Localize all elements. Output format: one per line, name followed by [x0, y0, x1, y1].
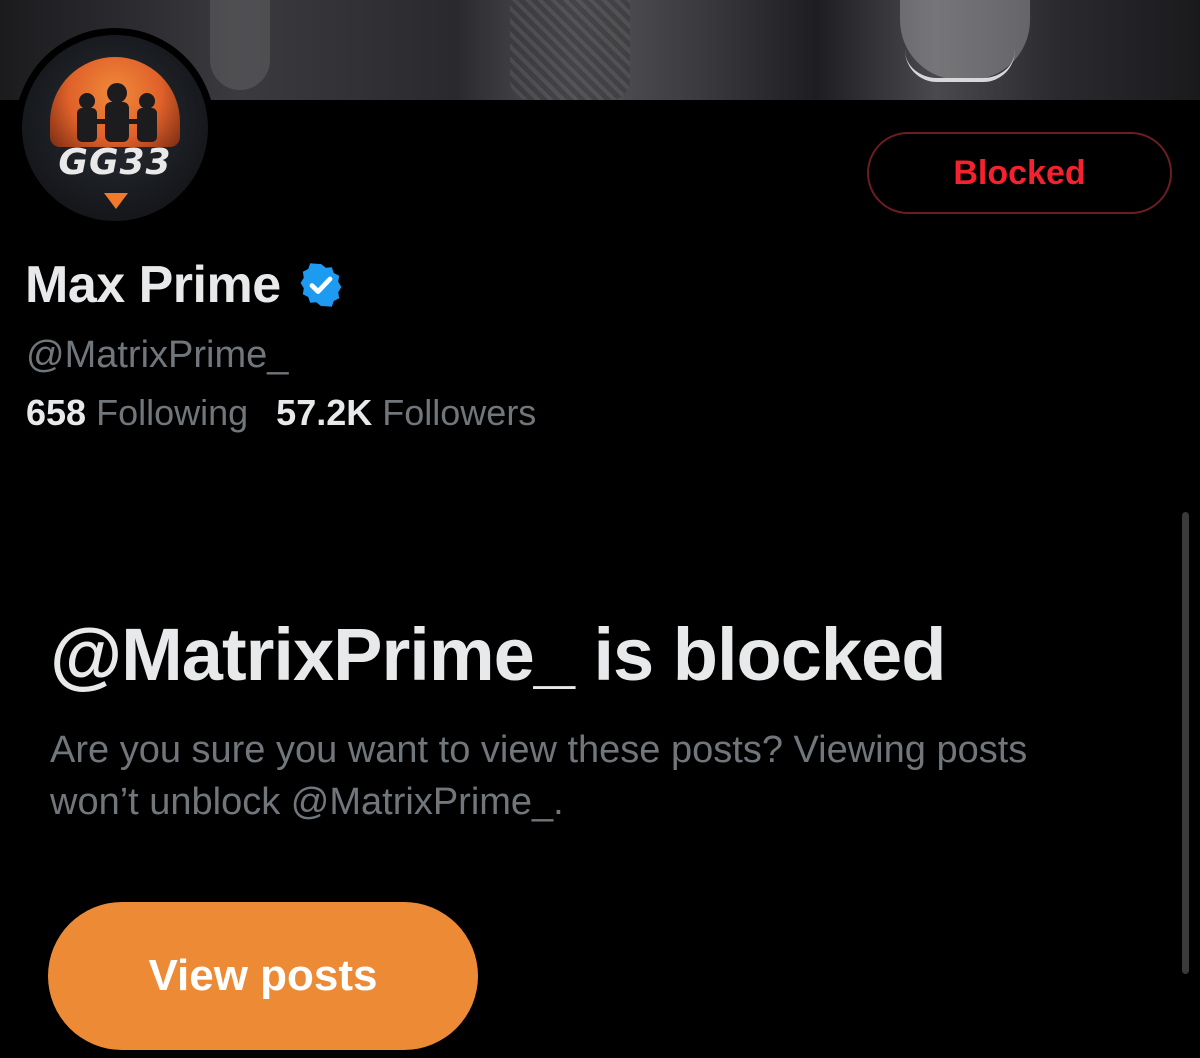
- following-label: Following: [96, 392, 249, 433]
- following-link[interactable]: 658 Following: [26, 392, 248, 434]
- blocked-button[interactable]: Blocked: [867, 132, 1172, 214]
- blocked-title: @MatrixPrime_ is blocked: [50, 613, 946, 696]
- following-count: 658: [26, 392, 87, 433]
- avatar-logo-text: GG33: [58, 142, 172, 183]
- view-posts-button[interactable]: View posts: [48, 902, 478, 1050]
- followers-label: Followers: [382, 392, 537, 433]
- profile-handle: @MatrixPrime_: [26, 334, 289, 376]
- avatar-logo-icon: GG33: [22, 35, 208, 221]
- blocked-description: Are you sure you want to view these post…: [50, 729, 1028, 823]
- verified-badge-icon[interactable]: [297, 261, 345, 309]
- banner-decoration: [210, 0, 270, 90]
- followers-link[interactable]: 57.2K Followers: [276, 392, 536, 434]
- blocked-button-label: Blocked: [953, 153, 1086, 192]
- triangle-icon: [104, 193, 128, 209]
- follow-stats: 658 Following 57.2K Followers: [26, 392, 536, 434]
- view-posts-label: View posts: [148, 951, 378, 1000]
- banner-decoration: [905, 50, 1015, 82]
- followers-count: 57.2K: [276, 392, 373, 433]
- profile-name-row: Max Prime: [25, 255, 345, 315]
- banner-decoration: [510, 0, 630, 100]
- scrollbar[interactable]: [1182, 512, 1189, 974]
- display-name: Max Prime: [25, 256, 281, 314]
- avatar[interactable]: GG33: [15, 28, 215, 228]
